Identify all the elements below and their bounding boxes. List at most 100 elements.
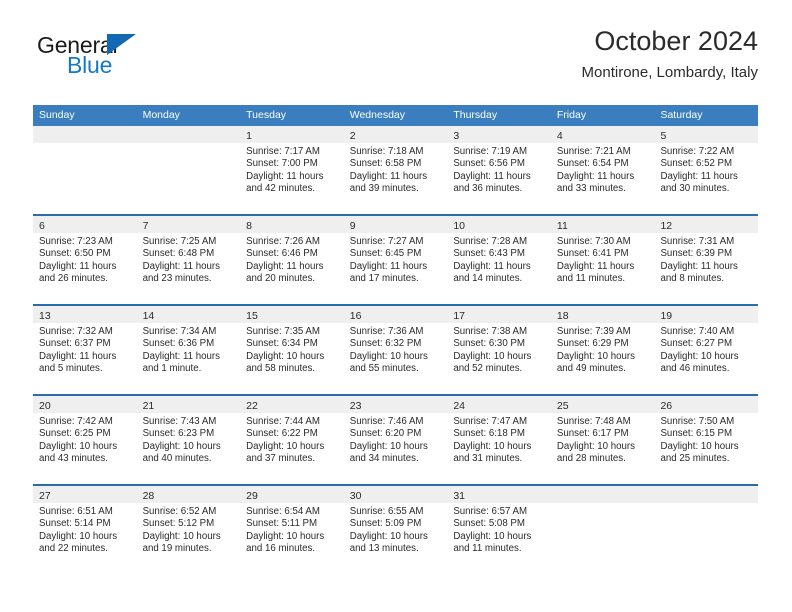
day-cell[interactable]: 1 Sunrise: 7:17 AM Sunset: 7:00 PM Daylight… — [240, 126, 344, 214]
day-detail-line: Daylight: 11 hours — [349, 260, 428, 272]
day-cell[interactable]: 24 Sunrise: 7:47 AM Sunset: 6:18 PM Dayligh… — [447, 396, 551, 484]
page-header: General Blue October 2024 Montirone, Lom… — [33, 24, 758, 94]
day-details: Sunrise: 7:23 AM Sunset: 6:50 PM Daylight:… — [33, 233, 137, 286]
day-cell[interactable]: 23 Sunrise: 7:46 AM Sunset: 6:20 PM Dayligh… — [343, 396, 448, 484]
day-cell-empty — [136, 126, 241, 214]
day-detail-line: and 8 minutes. — [660, 273, 725, 285]
day-detail-line: Sunset: 5:11 PM — [246, 518, 318, 530]
day-cell[interactable]: 8 Sunrise: 7:26 AM Sunset: 6:46 PM Daylight… — [240, 216, 344, 304]
day-details: Sunrise: 7:35 AM Sunset: 6:34 PM Daylight:… — [240, 323, 344, 376]
week-inner: 13 Sunrise: 7:32 AM Sunset: 6:37 PM Dayligh… — [33, 306, 759, 394]
day-cell[interactable]: 3 Sunrise: 7:19 AM Sunset: 6:56 PM Daylight… — [447, 126, 551, 214]
day-number-band: 20 — [33, 396, 137, 413]
day-number: 22 — [246, 400, 258, 412]
day-number-band — [550, 486, 655, 503]
day-detail-line: and 5 minutes. — [39, 363, 103, 375]
day-number-band: 21 — [136, 396, 241, 413]
day-detail-line: Sunrise: 6:57 AM — [453, 506, 528, 517]
day-number-band: 17 — [447, 306, 551, 323]
day-cell[interactable]: 29 Sunrise: 6:54 AM Sunset: 5:11 PM Dayligh… — [240, 486, 344, 574]
day-detail-line: Sunset: 6:32 PM — [349, 338, 422, 350]
day-details: Sunrise: 7:40 AM Sunset: 6:27 PM Daylight:… — [654, 323, 758, 376]
day-cell[interactable]: 13 Sunrise: 7:32 AM Sunset: 6:37 PM Dayligh… — [33, 306, 137, 394]
day-detail-line: and 37 minutes. — [246, 453, 316, 465]
day-detail-line: Daylight: 10 hours — [142, 440, 221, 452]
day-number: 27 — [39, 490, 51, 502]
day-details: Sunrise: 7:25 AM Sunset: 6:48 PM Daylight:… — [137, 233, 241, 286]
day-cell[interactable]: 2 Sunrise: 7:18 AM Sunset: 6:58 PM Daylight… — [343, 126, 448, 214]
day-detail-line: Sunrise: 7:19 AM — [453, 146, 528, 157]
day-cell[interactable]: 7 Sunrise: 7:25 AM Sunset: 6:48 PM Daylight… — [136, 216, 241, 304]
day-cell[interactable]: 16 Sunrise: 7:36 AM Sunset: 6:32 PM Dayligh… — [343, 306, 448, 394]
day-number-band — [654, 486, 759, 503]
day-detail-line: Daylight: 11 hours — [246, 170, 324, 182]
calendar-week-row: 6 Sunrise: 7:23 AM Sunset: 6:50 PM Daylight… — [33, 214, 759, 304]
day-detail-line: Sunset: 6:23 PM — [142, 428, 215, 440]
day-cell[interactable]: 19 Sunrise: 7:40 AM Sunset: 6:27 PM Dayligh… — [654, 306, 759, 394]
day-detail-line: and 19 minutes. — [142, 543, 212, 555]
day-cell[interactable]: 25 Sunrise: 7:48 AM Sunset: 6:17 PM Dayligh… — [550, 396, 655, 484]
day-cell[interactable]: 18 Sunrise: 7:39 AM Sunset: 6:29 PM Dayligh… — [550, 306, 655, 394]
day-detail-line: and 28 minutes. — [556, 453, 626, 465]
day-cell[interactable]: 22 Sunrise: 7:44 AM Sunset: 6:22 PM Dayligh… — [240, 396, 344, 484]
day-cell[interactable]: 5 Sunrise: 7:22 AM Sunset: 6:52 PM Daylight… — [654, 126, 759, 214]
weekday-header-thursday: Thursday — [453, 109, 498, 121]
day-detail-line: and 1 minute. — [142, 363, 202, 375]
weekday-header-row: Sunday Monday Tuesday Wednesday Thursday Frid… — [33, 105, 758, 126]
day-detail-line: Daylight: 11 hours — [39, 260, 117, 272]
day-cell[interactable]: 12 Sunrise: 7:31 AM Sunset: 6:39 PM Dayligh… — [654, 216, 759, 304]
day-cell[interactable]: 14 Sunrise: 7:34 AM Sunset: 6:36 PM Dayligh… — [136, 306, 241, 394]
logo-word-blue: Blue — [67, 52, 113, 78]
day-detail-line: and 20 minutes. — [246, 273, 316, 285]
day-detail-line: Daylight: 10 hours — [453, 350, 532, 362]
day-detail-line: Sunset: 6:17 PM — [556, 428, 629, 440]
day-details: Sunrise: 7:21 AM Sunset: 6:54 PM Daylight:… — [551, 143, 655, 196]
day-detail-line: Sunrise: 7:32 AM — [39, 326, 113, 337]
day-detail-line: and 26 minutes. — [39, 273, 108, 285]
day-cell[interactable]: 26 Sunrise: 7:50 AM Sunset: 6:15 PM Dayligh… — [654, 396, 759, 484]
day-detail-line: Sunrise: 7:38 AM — [453, 326, 528, 337]
day-detail-line: Sunset: 6:27 PM — [660, 338, 733, 350]
day-detail-line: Sunset: 6:45 PM — [349, 248, 422, 260]
day-number: 1 — [246, 130, 252, 142]
day-cell[interactable]: 27 Sunrise: 6:51 AM Sunset: 5:14 PM Dayligh… — [33, 486, 137, 574]
day-number: 28 — [142, 490, 155, 502]
day-cell[interactable]: 30 Sunrise: 6:55 AM Sunset: 5:09 PM Dayligh… — [343, 486, 448, 574]
day-detail-line: Sunrise: 7:34 AM — [142, 326, 217, 337]
day-number: 4 — [556, 130, 563, 142]
day-number: 5 — [660, 130, 667, 142]
day-number: 9 — [349, 220, 356, 232]
day-cell[interactable]: 6 Sunrise: 7:23 AM Sunset: 6:50 PM Daylight… — [33, 216, 137, 304]
day-number-band: 4 — [550, 126, 655, 143]
day-detail-line: and 13 minutes. — [349, 543, 419, 555]
day-cell[interactable]: 11 Sunrise: 7:30 AM Sunset: 6:41 PM Dayligh… — [550, 216, 655, 304]
day-cell[interactable]: 10 Sunrise: 7:28 AM Sunset: 6:43 PM Dayligh… — [447, 216, 551, 304]
day-detail-line: Sunset: 5:09 PM — [349, 518, 422, 530]
day-cell[interactable]: 31 Sunrise: 6:57 AM Sunset: 5:08 PM Dayligh… — [447, 486, 551, 574]
day-number: 16 — [349, 310, 362, 322]
day-cell[interactable]: 21 Sunrise: 7:43 AM Sunset: 6:23 PM Dayligh… — [136, 396, 241, 484]
day-cell[interactable]: 17 Sunrise: 7:38 AM Sunset: 6:30 PM Dayligh… — [447, 306, 551, 394]
day-detail-line: Sunrise: 7:40 AM — [660, 326, 735, 337]
day-cell[interactable]: 15 Sunrise: 7:35 AM Sunset: 6:34 PM Dayligh… — [240, 306, 344, 394]
day-detail-line: and 11 minutes. — [453, 543, 522, 555]
day-details: Sunrise: 7:46 AM Sunset: 6:20 PM Daylight:… — [344, 413, 448, 466]
day-cell[interactable]: 4 Sunrise: 7:21 AM Sunset: 6:54 PM Daylight… — [550, 126, 655, 214]
day-cell-empty — [33, 126, 137, 214]
day-cell[interactable]: 28 Sunrise: 6:52 AM Sunset: 5:12 PM Dayligh… — [136, 486, 241, 574]
day-detail-line: Sunset: 6:50 PM — [39, 248, 111, 260]
day-detail-line: Sunrise: 7:18 AM — [349, 146, 424, 157]
day-details: Sunrise: 7:18 AM Sunset: 6:58 PM Daylight:… — [344, 143, 448, 196]
day-detail-line: Sunrise: 7:44 AM — [246, 416, 320, 427]
day-number: 13 — [39, 310, 51, 322]
day-cell[interactable]: 9 Sunrise: 7:27 AM Sunset: 6:45 PM Daylight… — [343, 216, 448, 304]
day-details: Sunrise: 6:57 AM Sunset: 5:08 PM Daylight:… — [447, 503, 551, 556]
day-detail-line: Sunrise: 7:35 AM — [246, 326, 320, 337]
day-detail-line: Sunrise: 7:23 AM — [39, 236, 113, 247]
day-number-band: 23 — [343, 396, 448, 413]
day-cell[interactable]: 20 Sunrise: 7:42 AM Sunset: 6:25 PM Dayligh… — [33, 396, 137, 484]
day-detail-line: Sunset: 6:41 PM — [556, 248, 629, 260]
day-detail-line: Sunset: 6:54 PM — [556, 158, 629, 170]
day-detail-line: and 42 minutes. — [246, 183, 316, 195]
day-number-band: 31 — [447, 486, 551, 503]
